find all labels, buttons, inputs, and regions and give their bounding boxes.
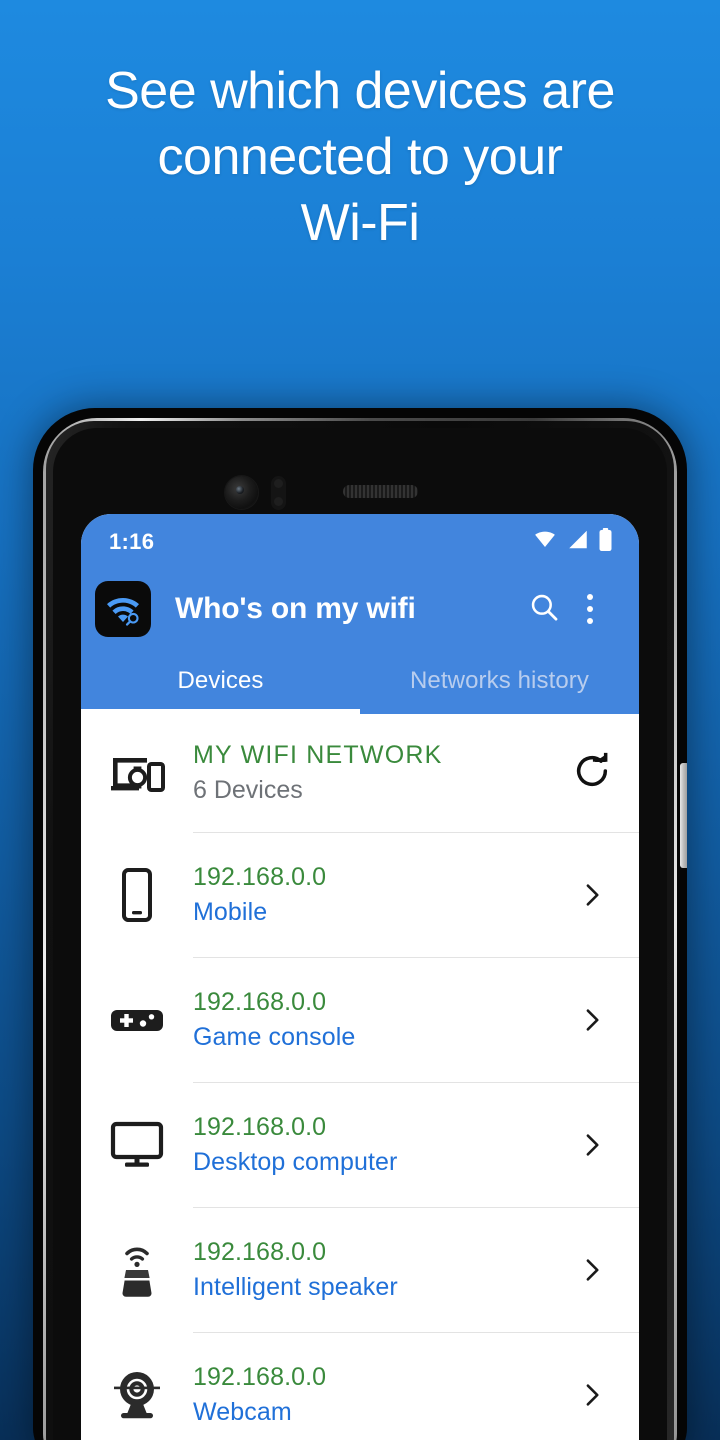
tab-devices-label: Devices	[177, 667, 264, 694]
phone-mockup: 1:16 Who's on my wifi Devices Networks h…	[33, 408, 687, 1440]
tab-bar: Devices Networks history	[81, 648, 639, 714]
phone-body: 1:16 Who's on my wifi Devices Networks h…	[53, 428, 667, 1440]
device-text: 192.168.0.0 Game console	[193, 964, 569, 1077]
chevron-right-icon[interactable]	[569, 1375, 615, 1415]
devices-icon	[81, 752, 193, 794]
tab-devices[interactable]: Devices	[81, 648, 360, 714]
monitor-icon	[81, 1121, 193, 1169]
promo-headline: See which devices are connected to your …	[0, 58, 720, 256]
headline-line-1: See which devices are	[105, 62, 615, 120]
device-name: Intelligent speaker	[193, 1272, 398, 1301]
status-bar-clock: 1:16	[109, 529, 155, 554]
device-text: 192.168.0.0 Intelligent speaker	[193, 1214, 569, 1327]
status-bar-icons	[532, 527, 613, 557]
cellular-signal-icon	[567, 529, 589, 555]
chevron-right-icon[interactable]	[569, 1000, 615, 1040]
app-bar: Who's on my wifi	[81, 570, 639, 648]
tab-networks-history[interactable]: Networks history	[360, 648, 639, 714]
tab-networks-history-label: Networks history	[410, 667, 589, 694]
headline-line-3: Wi-Fi	[300, 194, 420, 252]
phone-screen: 1:16 Who's on my wifi Devices Networks h…	[81, 514, 639, 1440]
device-ip: 192.168.0.0	[193, 862, 327, 891]
table-row[interactable]: 192.168.0.0 Webcam	[81, 1333, 639, 1440]
device-text: 192.168.0.0 Desktop computer	[193, 1089, 569, 1202]
app-title: Who's on my wifi	[175, 592, 416, 625]
network-name: MY WIFI NETWORK	[193, 741, 443, 769]
search-icon	[528, 591, 560, 628]
wifi-icon	[532, 529, 558, 555]
mobile-icon	[81, 868, 193, 922]
power-button[interactable]	[680, 763, 687, 868]
table-row[interactable]: 192.168.0.0 Desktop computer	[81, 1083, 639, 1207]
device-name: Mobile	[193, 897, 268, 926]
device-name: Webcam	[193, 1397, 292, 1426]
gamepad-icon	[81, 1003, 193, 1037]
device-name: Desktop computer	[193, 1147, 398, 1176]
earpiece-speaker-icon	[343, 485, 418, 498]
chevron-right-icon[interactable]	[569, 1125, 615, 1165]
speaker-icon	[81, 1241, 193, 1299]
chevron-right-icon[interactable]	[569, 1250, 615, 1290]
device-list: MY WIFI NETWORK 6 Devices 192.168.0.0 Mo…	[81, 714, 639, 1440]
headline-line-2: connected to your	[157, 128, 563, 186]
device-ip: 192.168.0.0	[193, 1362, 327, 1391]
network-device-count: 6 Devices	[193, 776, 303, 804]
chevron-right-icon[interactable]	[569, 875, 615, 915]
device-ip: 192.168.0.0	[193, 1112, 327, 1141]
refresh-icon	[572, 751, 612, 796]
table-row[interactable]: 192.168.0.0 Game console	[81, 958, 639, 1082]
search-button[interactable]	[521, 586, 567, 632]
status-bar: 1:16	[81, 514, 639, 570]
more-options-icon	[587, 594, 593, 624]
table-row[interactable]: 192.168.0.0 Intelligent speaker	[81, 1208, 639, 1332]
device-ip: 192.168.0.0	[193, 987, 327, 1016]
device-name: Game console	[193, 1022, 356, 1051]
device-text: 192.168.0.0 Webcam	[193, 1339, 569, 1440]
table-row[interactable]: 192.168.0.0 Mobile	[81, 833, 639, 957]
proximity-sensor-icon	[271, 476, 286, 510]
webcam-icon	[81, 1368, 193, 1422]
more-options-button[interactable]	[567, 586, 613, 632]
wifi-search-app-icon[interactable]	[95, 581, 151, 637]
device-text: 192.168.0.0 Mobile	[193, 839, 569, 952]
battery-icon	[598, 527, 613, 557]
device-ip: 192.168.0.0	[193, 1237, 327, 1266]
network-header-text: MY WIFI NETWORK 6 Devices	[193, 716, 569, 830]
refresh-button[interactable]	[569, 751, 615, 796]
network-header-row[interactable]: MY WIFI NETWORK 6 Devices	[81, 714, 639, 832]
front-camera-icon	[225, 476, 258, 509]
